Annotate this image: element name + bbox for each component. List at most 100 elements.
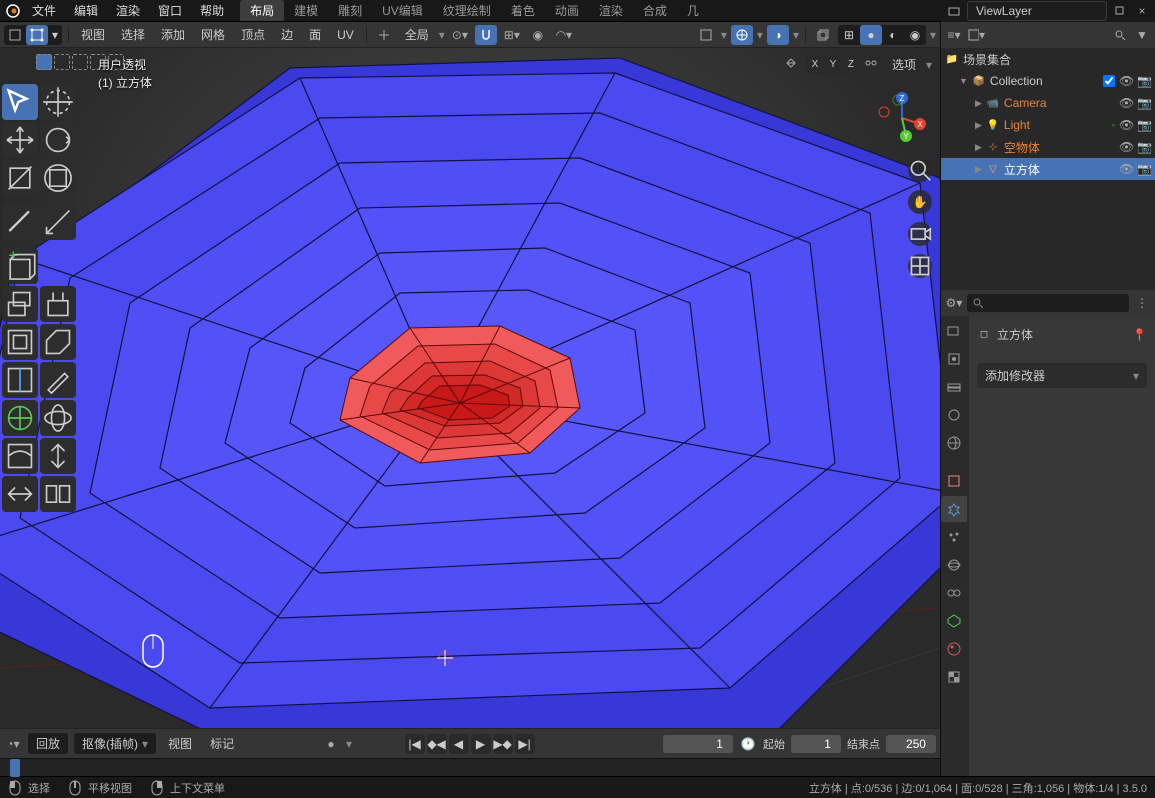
current-frame[interactable]: 1 xyxy=(663,735,733,753)
playback-dropdown[interactable]: 回放 xyxy=(28,733,68,754)
polybuild-tool-icon[interactable] xyxy=(2,400,38,436)
tab-compositing[interactable]: 合成 xyxy=(633,0,677,21)
end-frame[interactable]: 250 xyxy=(886,735,936,753)
timeline-editor-icon[interactable]: ◔▾ xyxy=(4,735,22,753)
tab-object-icon[interactable] xyxy=(941,468,967,494)
tab-world-icon[interactable] xyxy=(941,430,967,456)
annotate-tool-icon[interactable] xyxy=(2,204,38,240)
filter-icon[interactable]: ▼ xyxy=(1133,26,1151,44)
add-cube-tool-icon[interactable]: + xyxy=(2,248,38,284)
sel-subtract-icon[interactable] xyxy=(72,54,88,70)
disclosure-icon[interactable]: ▼ xyxy=(959,76,968,86)
hdr-select[interactable]: 选择 xyxy=(115,24,151,45)
zoom-icon[interactable] xyxy=(908,158,932,182)
scale-tool-icon[interactable] xyxy=(2,160,38,196)
hdr-uv[interactable]: UV xyxy=(331,26,360,44)
rip-tool-icon[interactable] xyxy=(40,476,76,512)
pan-hand-icon[interactable]: ✋ xyxy=(908,190,932,214)
solid-shading-icon[interactable]: ● xyxy=(860,25,882,45)
rotate-tool-icon[interactable] xyxy=(40,122,76,158)
props-options-icon[interactable]: ⋮ xyxy=(1133,294,1151,312)
props-search-input[interactable] xyxy=(983,297,1123,309)
tab-texture[interactable]: 纹理绘制 xyxy=(433,0,501,21)
outliner-display-icon[interactable]: ≡▾ xyxy=(945,26,963,44)
timeline-view[interactable]: 视图 xyxy=(162,733,198,754)
eye-icon[interactable]: 👁 xyxy=(1119,74,1133,88)
proportional-falloff-icon[interactable]: ◠▾ xyxy=(553,25,575,45)
outliner-cube[interactable]: ▶ ▽ 立方体 👁📷 xyxy=(941,158,1155,180)
tab-viewlayer-icon[interactable] xyxy=(941,374,967,400)
tab-constraint-icon[interactable] xyxy=(941,580,967,606)
tab-render-icon[interactable] xyxy=(941,318,967,344)
tab-physics-icon[interactable] xyxy=(941,552,967,578)
add-modifier-dropdown[interactable]: 添加修改器 ▾ xyxy=(977,363,1147,388)
tab-texture-icon[interactable] xyxy=(941,664,967,690)
hdr-mesh[interactable]: 网格 xyxy=(195,24,231,45)
knife-tool-icon[interactable] xyxy=(40,362,76,398)
close-viewlayer-icon[interactable]: × xyxy=(1133,2,1151,20)
keying-dropdown[interactable]: 抠像(插帧) ▾ xyxy=(74,733,156,754)
camera-restrict-icon[interactable]: 📷 xyxy=(1137,74,1151,88)
mirror-icon[interactable] xyxy=(784,56,802,74)
menu-render[interactable]: 渲染 xyxy=(108,0,148,21)
edit-mode-icon[interactable] xyxy=(26,25,48,45)
perspective-icon[interactable] xyxy=(908,254,932,278)
tab-output-icon[interactable] xyxy=(941,346,967,372)
tab-rendering[interactable]: 渲染 xyxy=(589,0,633,21)
outliner-scene-collection[interactable]: 📁 场景集合 xyxy=(941,48,1155,70)
axis-y[interactable]: Y xyxy=(824,56,842,74)
autokey-icon[interactable]: ● xyxy=(322,735,340,753)
timeline-marker[interactable]: 标记 xyxy=(204,733,240,754)
object-mode-icon[interactable] xyxy=(4,25,26,45)
play-icon[interactable]: ▶ xyxy=(471,734,491,754)
navigation-gizmo[interactable]: X Y Z xyxy=(876,92,928,144)
hdr-face[interactable]: 面 xyxy=(303,24,327,45)
3d-viewport[interactable]: 用户透视 (1) 立方体 xyxy=(0,48,940,728)
keyframe-prev-icon[interactable]: ◆◀ xyxy=(427,734,447,754)
camera-restrict-icon[interactable]: 📷 xyxy=(1137,118,1151,132)
tab-sculpting[interactable]: 雕刻 xyxy=(328,0,372,21)
clock-icon[interactable]: 🕐 xyxy=(739,735,757,753)
menu-help[interactable]: 帮助 xyxy=(192,0,232,21)
tab-modeling[interactable]: 建模 xyxy=(284,0,328,21)
options-label[interactable]: 选项 xyxy=(886,54,922,75)
tab-layout[interactable]: 布局 xyxy=(240,0,284,21)
select-box-tool-icon[interactable] xyxy=(2,84,38,120)
spin-tool-icon[interactable] xyxy=(40,400,76,436)
xray-icon[interactable] xyxy=(812,25,834,45)
disclosure-icon[interactable]: ▶ xyxy=(975,98,982,109)
material-shading-icon[interactable]: ◐ xyxy=(882,25,904,45)
jump-end-icon[interactable]: ▶| xyxy=(515,734,535,754)
properties-breadcrumb[interactable]: ◻ 立方体 📍 xyxy=(977,322,1147,347)
blender-logo-icon[interactable] xyxy=(4,2,22,20)
transform-tool-icon[interactable] xyxy=(40,160,76,196)
tab-animation[interactable]: 动画 xyxy=(545,0,589,21)
camera-restrict-icon[interactable]: 📷 xyxy=(1137,140,1151,154)
extrude-tool-icon[interactable] xyxy=(2,286,38,322)
snap-type-icon[interactable]: ⊞▾ xyxy=(501,25,523,45)
tab-scene-icon[interactable] xyxy=(941,402,967,428)
disclosure-icon[interactable]: ▶ xyxy=(975,120,982,131)
pivot-icon[interactable]: ⊙▾ xyxy=(449,25,471,45)
tab-shading[interactable]: 着色 xyxy=(501,0,545,21)
disclosure-icon[interactable]: ▶ xyxy=(975,164,982,175)
tab-material-icon[interactable] xyxy=(941,636,967,662)
orientation-icon[interactable] xyxy=(373,25,395,45)
smooth-tool-icon[interactable] xyxy=(2,438,38,474)
loopcut-tool-icon[interactable] xyxy=(2,362,38,398)
mesh-display-icon[interactable] xyxy=(695,25,717,45)
sel-extend-icon[interactable] xyxy=(54,54,70,70)
disclosure-icon[interactable]: ▶ xyxy=(975,142,982,153)
shrink-tool-icon[interactable] xyxy=(2,476,38,512)
eye-icon[interactable]: 👁 xyxy=(1119,118,1133,132)
play-reverse-icon[interactable]: ◀ xyxy=(449,734,469,754)
tab-modifier-icon[interactable] xyxy=(941,496,967,522)
keyframe-next-icon[interactable]: ▶◆ xyxy=(493,734,513,754)
viewlayer-icon[interactable] xyxy=(945,2,963,20)
eye-icon[interactable]: 👁 xyxy=(1119,162,1133,176)
tab-particle-icon[interactable] xyxy=(941,524,967,550)
start-frame[interactable]: 1 xyxy=(791,735,841,753)
camera-view-icon[interactable] xyxy=(908,222,932,246)
tab-uv[interactable]: UV编辑 xyxy=(372,0,433,21)
snap-toggle-icon[interactable] xyxy=(475,25,497,45)
